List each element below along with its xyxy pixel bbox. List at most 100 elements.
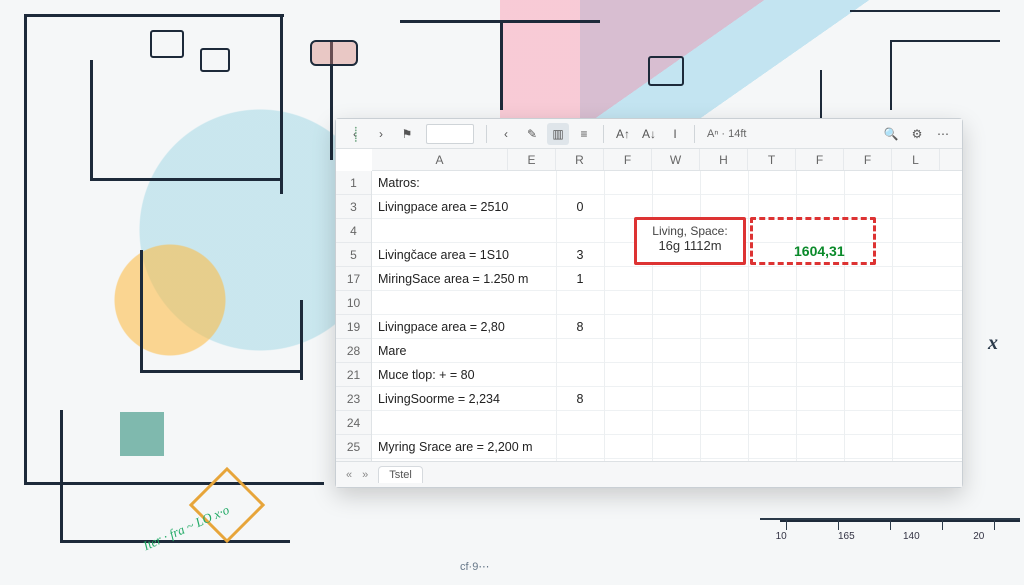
column-header[interactable]: A <box>372 149 508 170</box>
cell-text[interactable] <box>372 291 556 314</box>
cell-text[interactable]: Livingpace area = 2,80 <box>372 315 556 338</box>
cell-text[interactable]: Livingpace area = 2510 <box>372 195 556 218</box>
cell-text[interactable]: MiringSace area = 1.250 m <box>372 267 556 290</box>
column-header[interactable]: L <box>892 149 940 170</box>
row-header[interactable]: 28 <box>336 339 371 363</box>
column-header[interactable]: R <box>556 149 604 170</box>
cell-value[interactable] <box>556 363 604 386</box>
furniture-outline <box>648 56 684 86</box>
cell-text[interactable]: Livingčace area = 1S10 <box>372 243 556 266</box>
cell-grid[interactable]: A E R F W H T F F L M C D 1 3 4 5 17 10 … <box>336 149 962 461</box>
column-header[interactable]: T <box>748 149 796 170</box>
cell-text[interactable] <box>372 459 556 461</box>
window-handle-icon: ⸽ <box>354 125 358 144</box>
italic-button[interactable]: I <box>664 123 686 145</box>
row-header[interactable]: 25 <box>336 435 371 459</box>
sheet-tab[interactable]: Tstel <box>378 466 423 483</box>
font-increase-button[interactable]: A↑ <box>612 123 634 145</box>
column-header[interactable]: F <box>844 149 892 170</box>
cell-text[interactable]: Muce tlop: + = 80 <box>372 363 556 386</box>
name-box[interactable] <box>426 124 474 144</box>
column-headers[interactable]: A E R F W H T F F L M C D <box>372 149 962 171</box>
highlight-result: 1604,31 <box>794 243 845 259</box>
ruler-tick-label: 140 <box>903 532 920 542</box>
row-header[interactable]: 1 <box>336 171 371 195</box>
row-header[interactable]: 5 <box>336 243 371 267</box>
table-row[interactable] <box>372 411 962 435</box>
table-row[interactable]: Muce tlop: + = 80 <box>372 363 962 387</box>
row-header[interactable]: 19 <box>336 315 371 339</box>
toolbar-separator <box>694 125 695 143</box>
column-header[interactable]: F <box>604 149 652 170</box>
row-header[interactable]: 23 <box>336 387 371 411</box>
flag-icon[interactable]: ⚑ <box>396 123 418 145</box>
small-note: cf·9⋯ <box>460 560 489 573</box>
row-header[interactable]: 4 <box>336 219 371 243</box>
cell-text[interactable]: LivingSoorme = 2,234 <box>372 387 556 410</box>
furniture-outline <box>310 40 358 66</box>
column-header[interactable] <box>940 149 962 170</box>
table-row[interactable]: Mare <box>372 339 962 363</box>
pen-icon[interactable]: ✎ <box>521 123 543 145</box>
cell-value[interactable] <box>556 435 604 458</box>
cell-value[interactable] <box>556 339 604 362</box>
highlight-box-red: Living, Space: 16g 1112m <box>634 217 746 265</box>
cell-text[interactable] <box>372 411 556 434</box>
cell-value[interactable]: 3 <box>556 243 604 266</box>
cell-value[interactable]: 0 <box>556 195 604 218</box>
highlight-value: 16g 1112m <box>637 238 743 253</box>
row-headers[interactable]: 1 3 4 5 17 10 19 28 21 23 24 25 26 <box>336 171 372 461</box>
row-header[interactable]: 3 <box>336 195 371 219</box>
cell-text[interactable]: Matros: <box>372 171 556 194</box>
more-icon[interactable]: ⋯ <box>932 123 954 145</box>
row-header[interactable]: 10 <box>336 291 371 315</box>
undo-button[interactable]: ‹ <box>495 123 517 145</box>
ruler-tick-label: 10 <box>776 532 787 542</box>
cell-value[interactable] <box>556 171 604 194</box>
furniture-outline <box>200 48 230 72</box>
row-header[interactable]: 17 <box>336 267 371 291</box>
cell-text[interactable] <box>372 219 556 242</box>
ruler-tick-label: 165 <box>838 532 855 542</box>
cell-value[interactable]: 1 <box>556 267 604 290</box>
cell-value[interactable] <box>556 411 604 434</box>
toolbar-separator <box>486 125 487 143</box>
cell-text[interactable]: Myring Srace are = 2,200 m <box>372 435 556 458</box>
cells-area[interactable]: Matros: Livingpace area = 25100 Livingča… <box>372 171 962 461</box>
table-row[interactable]: Matros: <box>372 171 962 195</box>
sheet-next-button[interactable]: » <box>362 469 368 481</box>
align-button[interactable]: ≡ <box>573 123 595 145</box>
table-row[interactable]: Myring Srace are = 2,200 m <box>372 435 962 459</box>
sheet-prev-button[interactable]: « <box>346 469 352 481</box>
column-header[interactable]: F <box>796 149 844 170</box>
spreadsheet-window: ⸽ ‹ › ⚑ ‹ ✎ ▥ ≡ A↑ A↓ I Aⁿ · 14ft 🔍 ⚙ ⋯ … <box>335 118 963 488</box>
table-row[interactable]: Livingpace area = 2,808 <box>372 315 962 339</box>
row-header[interactable]: 21 <box>336 363 371 387</box>
furniture-outline <box>150 30 184 58</box>
zoom-readout: Aⁿ · 14ft <box>707 128 746 140</box>
row-header[interactable]: 24 <box>336 411 371 435</box>
cell-value[interactable] <box>556 459 604 461</box>
font-decrease-button[interactable]: A↓ <box>638 123 660 145</box>
column-header[interactable]: E <box>508 149 556 170</box>
forward-button[interactable]: › <box>370 123 392 145</box>
table-row[interactable] <box>372 459 962 461</box>
cell-value[interactable]: 8 <box>556 387 604 410</box>
cell-value[interactable]: 8 <box>556 315 604 338</box>
cell-value[interactable] <box>556 219 604 242</box>
table-row[interactable]: MiringSace area = 1.250 m1 <box>372 267 962 291</box>
cell-value[interactable] <box>556 291 604 314</box>
settings-icon[interactable]: ⚙ <box>906 123 928 145</box>
table-row[interactable] <box>372 291 962 315</box>
grid-toggle-button[interactable]: ▥ <box>547 123 569 145</box>
ruler-tick-label: 20 <box>973 532 984 542</box>
table-row[interactable]: Livingpace area = 25100 <box>372 195 962 219</box>
cell-text[interactable]: Mare <box>372 339 556 362</box>
row-header[interactable]: 26 <box>336 459 371 461</box>
column-header[interactable]: W <box>652 149 700 170</box>
search-icon[interactable]: 🔍 <box>880 123 902 145</box>
x-annotation: x <box>988 332 998 355</box>
teal-square <box>120 412 164 456</box>
column-header[interactable]: H <box>700 149 748 170</box>
table-row[interactable]: LivingSoorme = 2,2348 <box>372 387 962 411</box>
